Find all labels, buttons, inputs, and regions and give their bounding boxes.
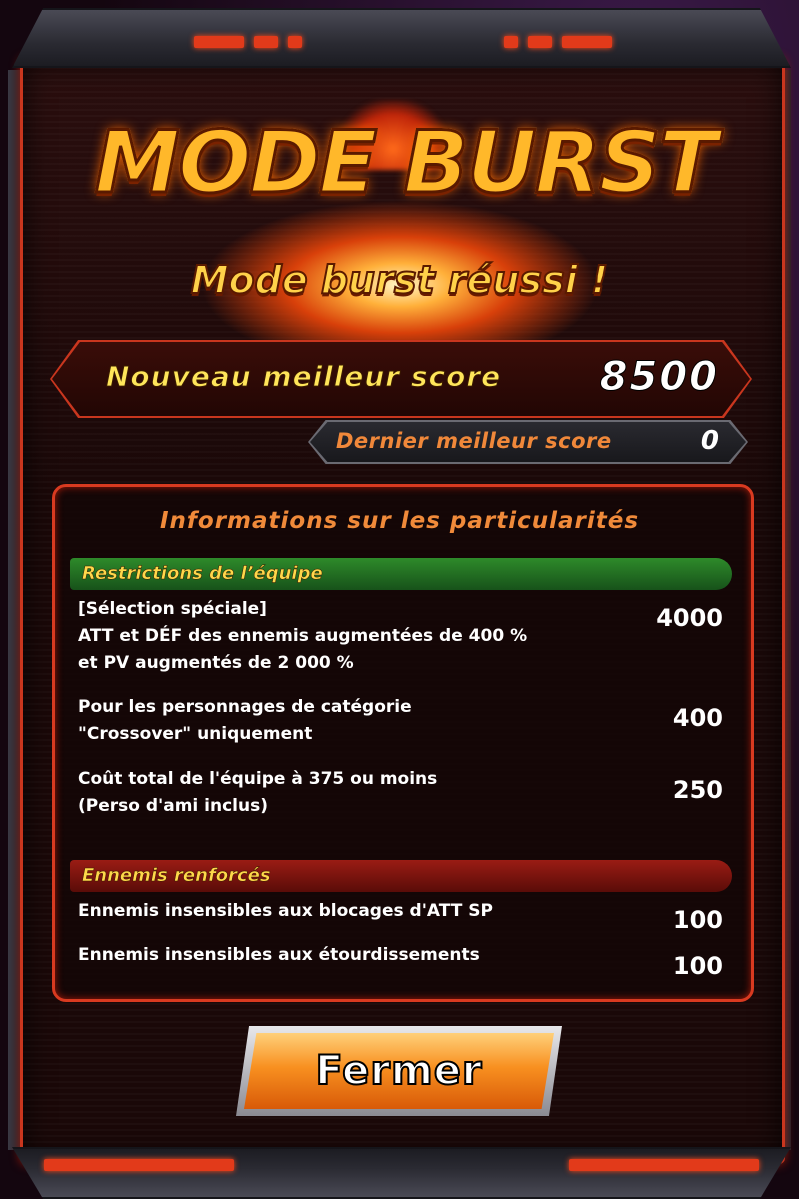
enemy-points: 100 (672, 952, 723, 980)
last-best-label: Dernier meilleur score (336, 429, 612, 453)
new-best-value: 8500 (599, 354, 719, 401)
close-button[interactable]: Fermer (244, 1033, 554, 1109)
restriction-row: [Sélection spéciale] ATT et DÉF des enne… (78, 599, 528, 673)
category-enemies-strengthened: Ennemis renforcés (70, 860, 732, 892)
last-best-value: 0 (700, 426, 719, 456)
restriction-row: Coût total de l'équipe à 375 ou moins (P… (78, 769, 438, 816)
info-title: Informations sur les particularités (159, 508, 640, 534)
category-team-restrictions: Restrictions de l’équipe (70, 558, 732, 590)
restriction-row: Pour les personnages de catégorie "Cross… (78, 697, 412, 744)
new-best-label: Nouveau meilleur score (105, 360, 502, 394)
restriction-points: 250 (672, 776, 723, 804)
enemy-points: 100 (672, 906, 723, 934)
frame-top (12, 8, 791, 68)
restriction-points: 400 (672, 704, 723, 732)
restriction-points: 4000 (656, 604, 723, 632)
enemy-row: Ennemis insensibles aux étourdissements (78, 945, 480, 965)
enemy-row: Ennemis insensibles aux blocages d'ATT S… (78, 901, 493, 921)
frame-bottom (12, 1147, 791, 1199)
result-status: Mode burst réussi ! (190, 257, 610, 303)
